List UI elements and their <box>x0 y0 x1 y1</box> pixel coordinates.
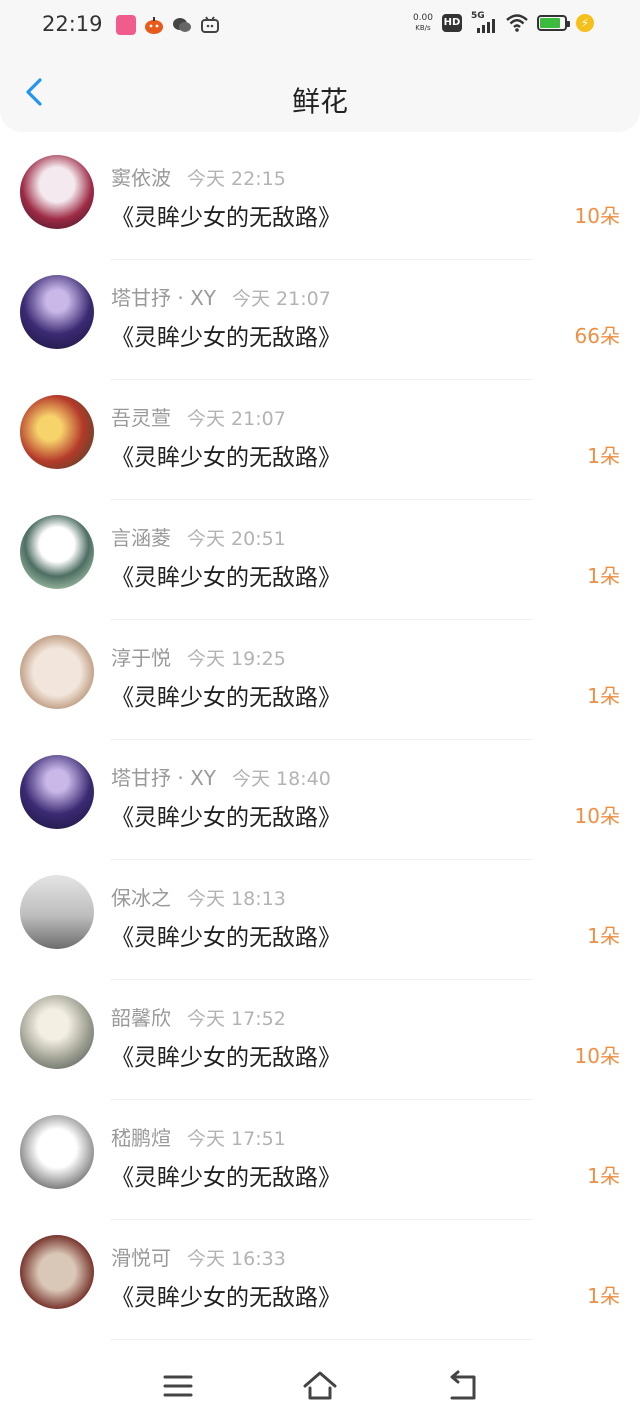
sender-name-text: 嵇鹏煊 <box>111 1126 171 1150</box>
flower-count: 10朵 <box>574 204 620 228</box>
send-time: 今天 16:33 <box>187 1248 286 1270</box>
list-item[interactable]: 嵇鹏煊 今天 17:51 《灵眸少女的无敌路》 1朵 <box>0 1100 640 1220</box>
net-speed-unit: KB/s <box>415 24 431 32</box>
avatar[interactable] <box>20 515 94 589</box>
menu-icon[interactable] <box>160 1368 196 1404</box>
flower-count: 1朵 <box>587 1284 620 1308</box>
gift-app-icon <box>116 15 136 35</box>
book-title: 《灵眸少女的无敌路》 <box>111 445 341 471</box>
sender-name: 保冰之 今天 18:13 <box>111 882 286 911</box>
net-speed-value: 0.00 <box>412 13 433 23</box>
header: 鲜花 <box>0 52 640 132</box>
flower-count: 66朵 <box>574 324 620 348</box>
sender-name: 窦依波 今天 22:15 <box>111 162 286 191</box>
send-time: 今天 21:07 <box>232 288 331 310</box>
hd-icon: HD <box>442 14 462 32</box>
battery-icon <box>537 15 570 31</box>
avatar[interactable] <box>20 635 94 709</box>
flower-count: 10朵 <box>574 1044 620 1068</box>
avatar[interactable] <box>20 155 94 229</box>
flower-count: 1朵 <box>587 684 620 708</box>
network-type-label: 5G <box>471 11 485 21</box>
avatar[interactable] <box>20 875 94 949</box>
list-item[interactable]: 韶馨欣 今天 17:52 《灵眸少女的无敌路》 10朵 <box>0 980 640 1100</box>
flower-count: 1朵 <box>587 1164 620 1188</box>
send-time: 今天 18:40 <box>232 768 331 790</box>
sender-name-text: 韶馨欣 <box>111 1006 171 1030</box>
flower-count: 1朵 <box>587 564 620 588</box>
net-speed: 0.00 KB/s <box>413 13 433 33</box>
sender-name: 淳于悦 今天 19:25 <box>111 642 286 671</box>
book-title: 《灵眸少女的无敌路》 <box>111 325 341 351</box>
list-item[interactable]: 塔甘抒 · XY 今天 18:40 《灵眸少女的无敌路》 10朵 <box>0 740 640 860</box>
sender-name: 滑悦可 今天 16:33 <box>111 1242 286 1271</box>
sender-name: 韶馨欣 今天 17:52 <box>111 1002 286 1031</box>
send-time: 今天 19:25 <box>187 648 286 670</box>
list-item[interactable]: 塔甘抒 · XY 今天 21:07 《灵眸少女的无敌路》 66朵 <box>0 260 640 380</box>
system-nav-bar <box>0 1350 640 1422</box>
list-item[interactable]: 滑悦可 今天 16:33 《灵眸少女的无敌路》 1朵 <box>0 1220 640 1340</box>
status-bar: 22:19 0.00 KB/s HD 5G ⚡ <box>0 0 640 52</box>
flower-record-list: 窦依波 今天 22:15 《灵眸少女的无敌路》 10朵 塔甘抒 · XY 今天 21:07… <box>0 140 640 1340</box>
avatar[interactable] <box>20 1235 94 1309</box>
list-item[interactable]: 言涵菱 今天 20:51 《灵眸少女的无敌路》 1朵 <box>0 500 640 620</box>
wifi-icon <box>506 14 528 32</box>
book-title: 《灵眸少女的无敌路》 <box>111 925 341 951</box>
sender-name-text: 滑悦可 <box>111 1246 171 1270</box>
sender-name-text: 窦依波 <box>111 166 171 190</box>
battery-level <box>540 18 561 28</box>
bilibili-icon <box>201 16 219 33</box>
sender-name-text: 塔甘抒 · XY <box>111 766 216 790</box>
avatar[interactable] <box>20 755 94 829</box>
flower-count: 1朵 <box>587 924 620 948</box>
send-time: 今天 21:07 <box>187 408 286 430</box>
list-item[interactable]: 保冰之 今天 18:13 《灵眸少女的无敌路》 1朵 <box>0 860 640 980</box>
book-title: 《灵眸少女的无敌路》 <box>111 805 341 831</box>
book-title: 《灵眸少女的无敌路》 <box>111 685 341 711</box>
flower-count: 10朵 <box>574 804 620 828</box>
book-title: 《灵眸少女的无敌路》 <box>111 1045 341 1071</box>
book-title: 《灵眸少女的无敌路》 <box>111 205 341 231</box>
list-item[interactable]: 吾灵萱 今天 21:07 《灵眸少女的无敌路》 1朵 <box>0 380 640 500</box>
system-icons: 0.00 KB/s HD 5G ⚡ <box>413 11 594 33</box>
avatar[interactable] <box>20 275 94 349</box>
avatar[interactable] <box>20 995 94 1069</box>
avatar[interactable] <box>20 1115 94 1189</box>
book-title: 《灵眸少女的无敌路》 <box>111 565 341 591</box>
status-time: 22:19 <box>42 12 103 36</box>
flower-count: 1朵 <box>587 444 620 468</box>
wechat-icon <box>173 18 191 32</box>
list-item[interactable]: 淳于悦 今天 19:25 《灵眸少女的无敌路》 1朵 <box>0 620 640 740</box>
list-item[interactable]: 窦依波 今天 22:15 《灵眸少女的无敌路》 10朵 <box>0 140 640 260</box>
page-title: 鲜花 <box>291 85 348 118</box>
notification-icons <box>116 15 220 35</box>
back-icon[interactable] <box>444 1368 480 1404</box>
divider <box>111 1339 532 1340</box>
sender-name-text: 言涵菱 <box>111 526 171 550</box>
sender-name: 塔甘抒 · XY 今天 21:07 <box>111 282 331 311</box>
sender-name-text: 吾灵萱 <box>111 406 171 430</box>
home-icon[interactable] <box>302 1368 338 1404</box>
charging-icon: ⚡ <box>576 14 594 32</box>
send-time: 今天 20:51 <box>187 528 286 550</box>
sender-name-text: 塔甘抒 · XY <box>111 286 216 310</box>
sender-name: 言涵菱 今天 20:51 <box>111 522 286 551</box>
send-time: 今天 17:52 <box>187 1008 286 1030</box>
pumpkin-app-icon <box>145 17 163 34</box>
signal-5g-icon: 5G <box>471 11 497 33</box>
sender-name: 嵇鹏煊 今天 17:51 <box>111 1122 286 1151</box>
sender-name-text: 淳于悦 <box>111 646 171 670</box>
sender-name-text: 保冰之 <box>111 886 171 910</box>
sender-name: 吾灵萱 今天 21:07 <box>111 402 286 431</box>
book-title: 《灵眸少女的无敌路》 <box>111 1165 341 1191</box>
send-time: 今天 17:51 <box>187 1128 286 1150</box>
avatar[interactable] <box>20 395 94 469</box>
book-title: 《灵眸少女的无敌路》 <box>111 1285 341 1311</box>
send-time: 今天 18:13 <box>187 888 286 910</box>
sender-name: 塔甘抒 · XY 今天 18:40 <box>111 762 331 791</box>
send-time: 今天 22:15 <box>187 168 286 190</box>
